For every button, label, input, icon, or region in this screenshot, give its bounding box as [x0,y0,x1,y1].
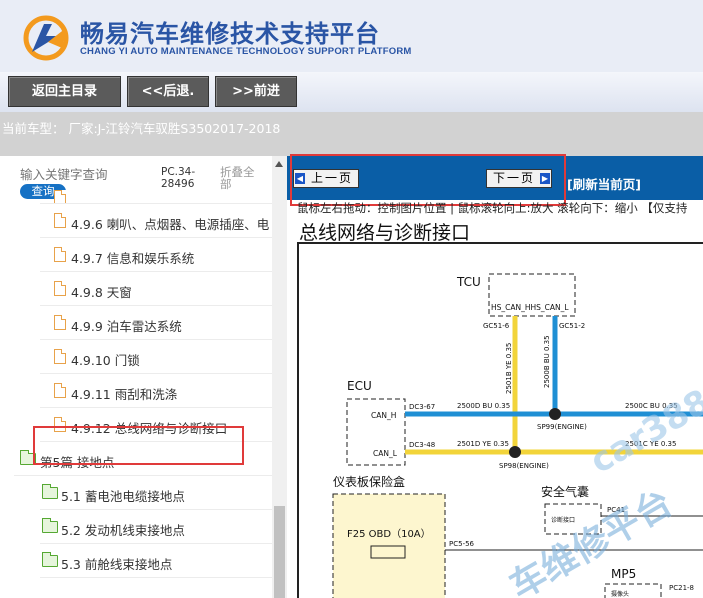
refresh-link[interactable]: [刷新当前页] [567,174,641,193]
tree-item-label: 4.9.6 喇叭、点烟器、电源插座、电 [71,217,270,232]
sidebar: 查询 PC.34-28496 折叠全部 4.9.6 喇叭、点烟器、电源插座、电 … [0,156,287,598]
scroll-thumb[interactable] [274,506,285,598]
tree-item-partial[interactable] [40,190,272,204]
sidebar-scrollbar[interactable] [272,156,287,598]
tree-folder[interactable]: 5.3 前舱线束接地点 [40,544,272,578]
tree-item-label: 4.9.9 泊车雷达系统 [71,319,182,334]
tree-folder-label: 5.3 前舱线束接地点 [61,557,173,572]
back-button[interactable]: <<后退. [127,76,209,107]
tree-item[interactable]: 4.9.9 泊车雷达系统 [40,306,272,340]
pc5-56-label: PC5-56 [449,540,475,548]
wiring-diagram-svg: TCU HS_CAN_HHS_CAN_L GC51-6 GC51-2 2501B… [332,273,703,598]
tree-item[interactable]: 4.9.11 雨刮和洗涤 [40,374,272,408]
document-icon [54,383,66,398]
document-icon [54,315,66,330]
tree-item-label: 4.9.11 雨刮和洗涤 [71,387,178,402]
tree-item-label: 4.9.8 天窗 [71,285,132,300]
fusebox-label: 仪表板保险盒 [333,474,405,489]
folder-icon [42,552,58,567]
tree-item-label: 4.9.7 信息和娱乐系统 [71,251,195,266]
main-toolbar: 返回主目录 <<后退. >>前进 [0,72,703,112]
gc51-2-label: GC51-2 [559,322,585,330]
tree-folder-label: 5.2 发动机线束接地点 [61,523,185,538]
gc51-6-label: GC51-6 [483,322,510,330]
usage-hint: 鼠标左右拖动：控制图片位置 | 鼠标滚轮向上:放大 滚轮向下：缩小 【仅支持 [297,201,688,215]
app-header: 畅易汽车维修技术支持平台 CHANG YI AUTO MAINTENANCE T… [0,0,703,72]
document-title: 总线网络与诊断接口 [299,222,471,244]
wire-2501d-label: 2501D YE 0.35 [457,440,509,448]
tcu-label: TCU [456,275,481,289]
tree-folder-label: 5.1 蓄电池电缆接地点 [61,489,185,504]
watermark-car388: car388 [584,382,703,482]
highlight-selected-item [33,426,244,465]
forward-button[interactable]: >>前进 [215,76,297,107]
tcu-pins: HS_CAN_HHS_CAN_L [491,303,569,312]
tree-item[interactable]: 4.9.8 天窗 [40,272,272,306]
wire-2500b-label: 2500B BU 0.35 [543,335,551,388]
sp99-label: SP99(ENGINE) [537,423,587,431]
can-l-label: CAN_L [373,449,398,458]
fold-all-link[interactable]: 折叠全部 [220,166,260,190]
tree-item[interactable]: 4.9.6 喇叭、点烟器、电源插座、电 [40,204,272,238]
folder-icon [42,484,58,499]
tree-folder[interactable]: 5.2 发动机线束接地点 [40,510,272,544]
sp98-label: SP98(ENGINE) [499,462,549,470]
vehicle-info-bar: 当前车型： 厂家:J-江铃汽车驭胜S3502017-2018 [0,112,703,156]
dc3-48-label: DC3-48 [409,441,435,449]
highlight-page-nav [290,154,566,206]
document-icon [54,281,66,296]
document-icon [54,247,66,262]
fuse-f25-label: F25 OBD（10A） [347,528,431,540]
dc3-67-label: DC3-67 [409,403,435,411]
splice-sp98 [509,446,521,458]
wiring-diagram[interactable]: TCU HS_CAN_HHS_CAN_L GC51-6 GC51-2 2501B… [297,242,703,598]
search-input[interactable] [20,168,150,182]
content-panel: ◀ 上一页 下一页 ▶ [刷新当前页] 鼠标左右拖动：控制图片位置 | 鼠标滚轮… [287,154,703,598]
tree-folder[interactable]: 5.1 蓄电池电缆接地点 [40,476,272,510]
tree-item-label: 4.9.10 门锁 [71,353,140,368]
scroll-up-arrow-icon[interactable] [275,161,283,167]
watermark-platform: 车维修平台 [503,482,679,598]
tree-item[interactable]: 4.9.7 信息和娱乐系统 [40,238,272,272]
pc21-8-label: PC21-8 [669,584,694,592]
folder-icon [42,518,58,533]
document-icon [54,190,66,203]
home-button[interactable]: 返回主目录 [8,76,121,107]
tree-item[interactable]: 4.9.10 门锁 [40,340,272,374]
brand-subtitle: CHANG YI AUTO MAINTENANCE TECHNOLOGY SUP… [80,46,412,57]
mp5-label: MP5 [611,567,636,581]
document-icon [54,349,66,364]
camera-label: 摄像头 [611,590,629,598]
airbag-label: 安全气囊 [541,484,589,499]
brand-logo-icon [23,15,69,61]
wire-2500d-label: 2500D BU 0.35 [457,402,510,410]
vehicle-info-text: 当前车型： 厂家:J-江铃汽车驭胜S3502017-2018 [2,121,281,136]
wire-2501b-label: 2501B YE 0.35 [505,343,513,394]
ecu-label: ECU [347,379,372,393]
pc-code: PC.34-28496 [161,166,196,190]
brand-title: 畅易汽车维修技术支持平台 [80,20,380,48]
splice-sp99 [549,408,561,420]
document-icon [54,213,66,228]
diag-port-label: 诊断接口 [551,516,575,524]
can-h-label: CAN_H [371,411,396,420]
